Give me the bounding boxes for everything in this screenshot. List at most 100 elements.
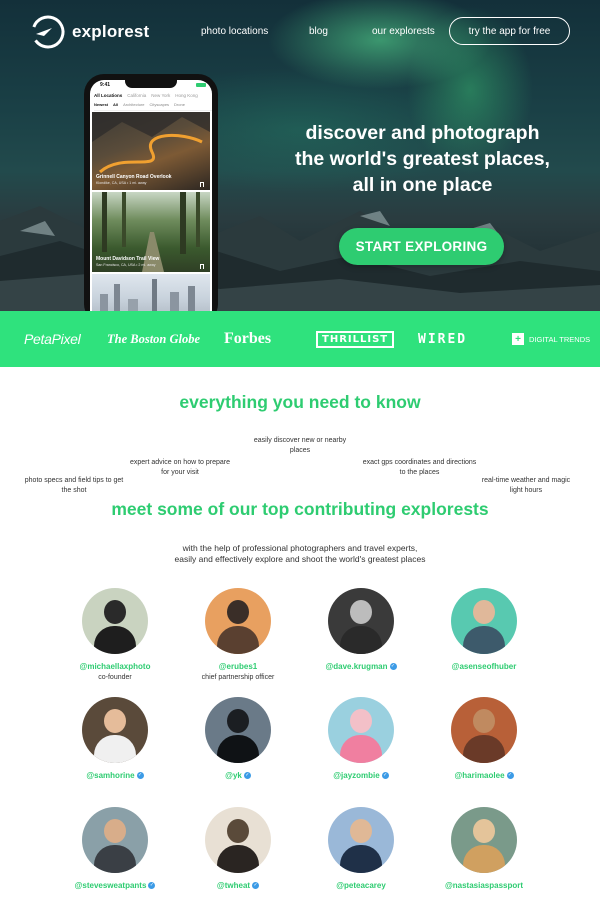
avatar-body [217,735,259,763]
contributor-handle[interactable]: @stevesweatpants ✓ [55,881,175,890]
contributor-card[interactable]: @jayzombie ✓ [301,697,421,780]
handle-text: @michaellaxphoto [79,662,151,671]
phone-filter: Cityscapes [149,102,170,107]
contributor-handle[interactable]: @harimaolee ✓ [424,771,544,780]
contributor-avatar[interactable] [328,807,394,873]
city-skyline-image [100,279,195,311]
avatar-body [217,626,259,654]
avatar-body [94,735,136,763]
contributors-title: meet some of our top contributing explor… [111,499,489,519]
contributor-handle[interactable]: @jayzombie ✓ [301,771,421,780]
avatar-head [473,600,495,624]
feature-expert-advice: expert advice on how to prepare for your… [130,459,231,476]
contributor-avatar[interactable] [451,697,517,763]
contributor-avatar[interactable] [205,588,271,654]
start-exploring-button[interactable]: START EXPLORING [339,228,504,265]
headline-line: all in one place [352,174,493,196]
hero-headline: discover and photograph the world's grea… [265,120,580,198]
brand-name: explorest [72,22,150,41]
contributor-handle[interactable]: @samhorine ✓ [55,771,175,780]
contributor-card[interactable]: @nastasiaspassport [424,807,544,890]
contributor-avatar[interactable] [205,697,271,763]
contributor-card[interactable]: @michaellaxphoto co-founder [55,588,175,681]
handle-text: @erubes1 [218,662,258,671]
avatar-body [463,735,505,763]
contributor-handle[interactable]: @peteacarey [301,881,421,890]
contributor-card[interactable]: @asenseofhuber [424,588,544,671]
headline-line: the world's greatest places, [295,148,550,170]
card-title: Mount Davidson Trail View [96,256,160,262]
feature-weather: real-time weather and magic light hours [481,477,571,494]
contributor-avatar[interactable] [82,588,148,654]
contributor-handle[interactable]: @dave.krugman ✓ [301,662,421,671]
contributor-handle[interactable]: @erubes1 [178,662,298,671]
press-logo-thrillist: THRILLIST [316,311,395,367]
avatar-head [350,819,372,843]
contributor-role: chief partnership officer [201,674,275,681]
phone-mockup: 9:41 All Locations California New York H… [84,74,218,311]
contributor-card[interactable]: @yk ✓ [178,697,298,780]
brand-logo[interactable]: explorest [30,14,149,50]
explorest-logo-icon [31,15,65,49]
verified-check-icon: ✓ [148,882,156,889]
handle-text: @nastasiaspassport [444,881,524,890]
contributor-card[interactable]: @erubes1 chief partnership officer [178,588,298,681]
card-title: Grinnell Canyon Road Overlook [96,174,172,180]
contributor-handle[interactable]: @nastasiaspassport [424,881,544,890]
phone-filters: Newest All Architecture Cityscapes Drone [94,102,212,111]
feature-photo-specs: photo specs and field tips to get the sh… [24,477,124,494]
phone-tab: All Locations [94,93,123,98]
contributor-card[interactable]: @samhorine ✓ [55,697,175,780]
nav-blog[interactable]: blog [309,26,328,37]
contributor-avatar[interactable] [328,588,394,654]
avatar-head [104,709,126,733]
contributor-card[interactable]: @harimaolee ✓ [424,697,544,780]
avatar-head [350,600,372,624]
phone-location-card [92,274,210,311]
contributor-role: co-founder [98,674,132,681]
features-title: everything you need to know [179,392,421,412]
contributor-card[interactable]: @twheat ✓ [178,807,298,890]
handle-text: @peteacarey [336,881,386,890]
contributor-card[interactable]: @stevesweatpants ✓ [55,807,175,890]
feature-gps: exact gps coordinates and directions to … [362,459,477,476]
avatar-head [227,709,249,733]
handle-text: @stevesweatpants [74,881,147,890]
digital-trends-text: DIGITAL TRENDS [529,334,591,344]
phone-filter: All [113,102,119,107]
hero-section: explorest photo locations blog our explo… [0,0,600,311]
verified-check-icon: ✓ [389,663,397,670]
contributor-avatar[interactable] [328,697,394,763]
contributor-handle[interactable]: @yk ✓ [178,771,298,780]
phone-tab: California [127,93,147,98]
nav-photo-locations[interactable]: photo locations [201,26,268,37]
contributor-avatar[interactable] [451,807,517,873]
avatar-body [340,626,382,654]
nav-our-explorests[interactable]: our explorests [372,26,435,37]
contributor-handle[interactable]: @twheat ✓ [178,881,298,890]
verified-check-icon: ✓ [252,882,260,889]
handle-text: @samhorine [86,771,135,780]
contributor-card[interactable]: @dave.krugman ✓ [301,588,421,671]
handle-text: @asenseofhuber [451,662,517,671]
contributor-avatar[interactable] [205,807,271,873]
avatar-body [217,845,259,873]
contributor-avatar[interactable] [82,807,148,873]
subtitle-line: with the help of professional photograph… [182,543,418,553]
try-app-button[interactable]: try the app for free [449,17,570,45]
digital-trends-icon: + [512,333,524,345]
thrillist-text: THRILLIST [316,330,395,348]
avatar-head [473,819,495,843]
card-subtitle: San Francisco, CA, USA • 2 mi. away [96,263,156,267]
contributor-handle[interactable]: @asenseofhuber [424,662,544,671]
bookmark-icon [200,264,204,269]
phone-filter: Drone [174,102,185,107]
contributor-handle[interactable]: @michaellaxphoto [55,662,175,671]
contributor-avatar[interactable] [82,697,148,763]
phone-time: 9:41 [100,82,111,88]
contributor-card[interactable]: @peteacarey [301,807,421,890]
phone-location-card: Grinnell Canyon Road Overlook Klondike, … [92,112,210,190]
contributor-avatar[interactable] [451,588,517,654]
avatar-head [227,600,249,624]
avatar-body [463,626,505,654]
